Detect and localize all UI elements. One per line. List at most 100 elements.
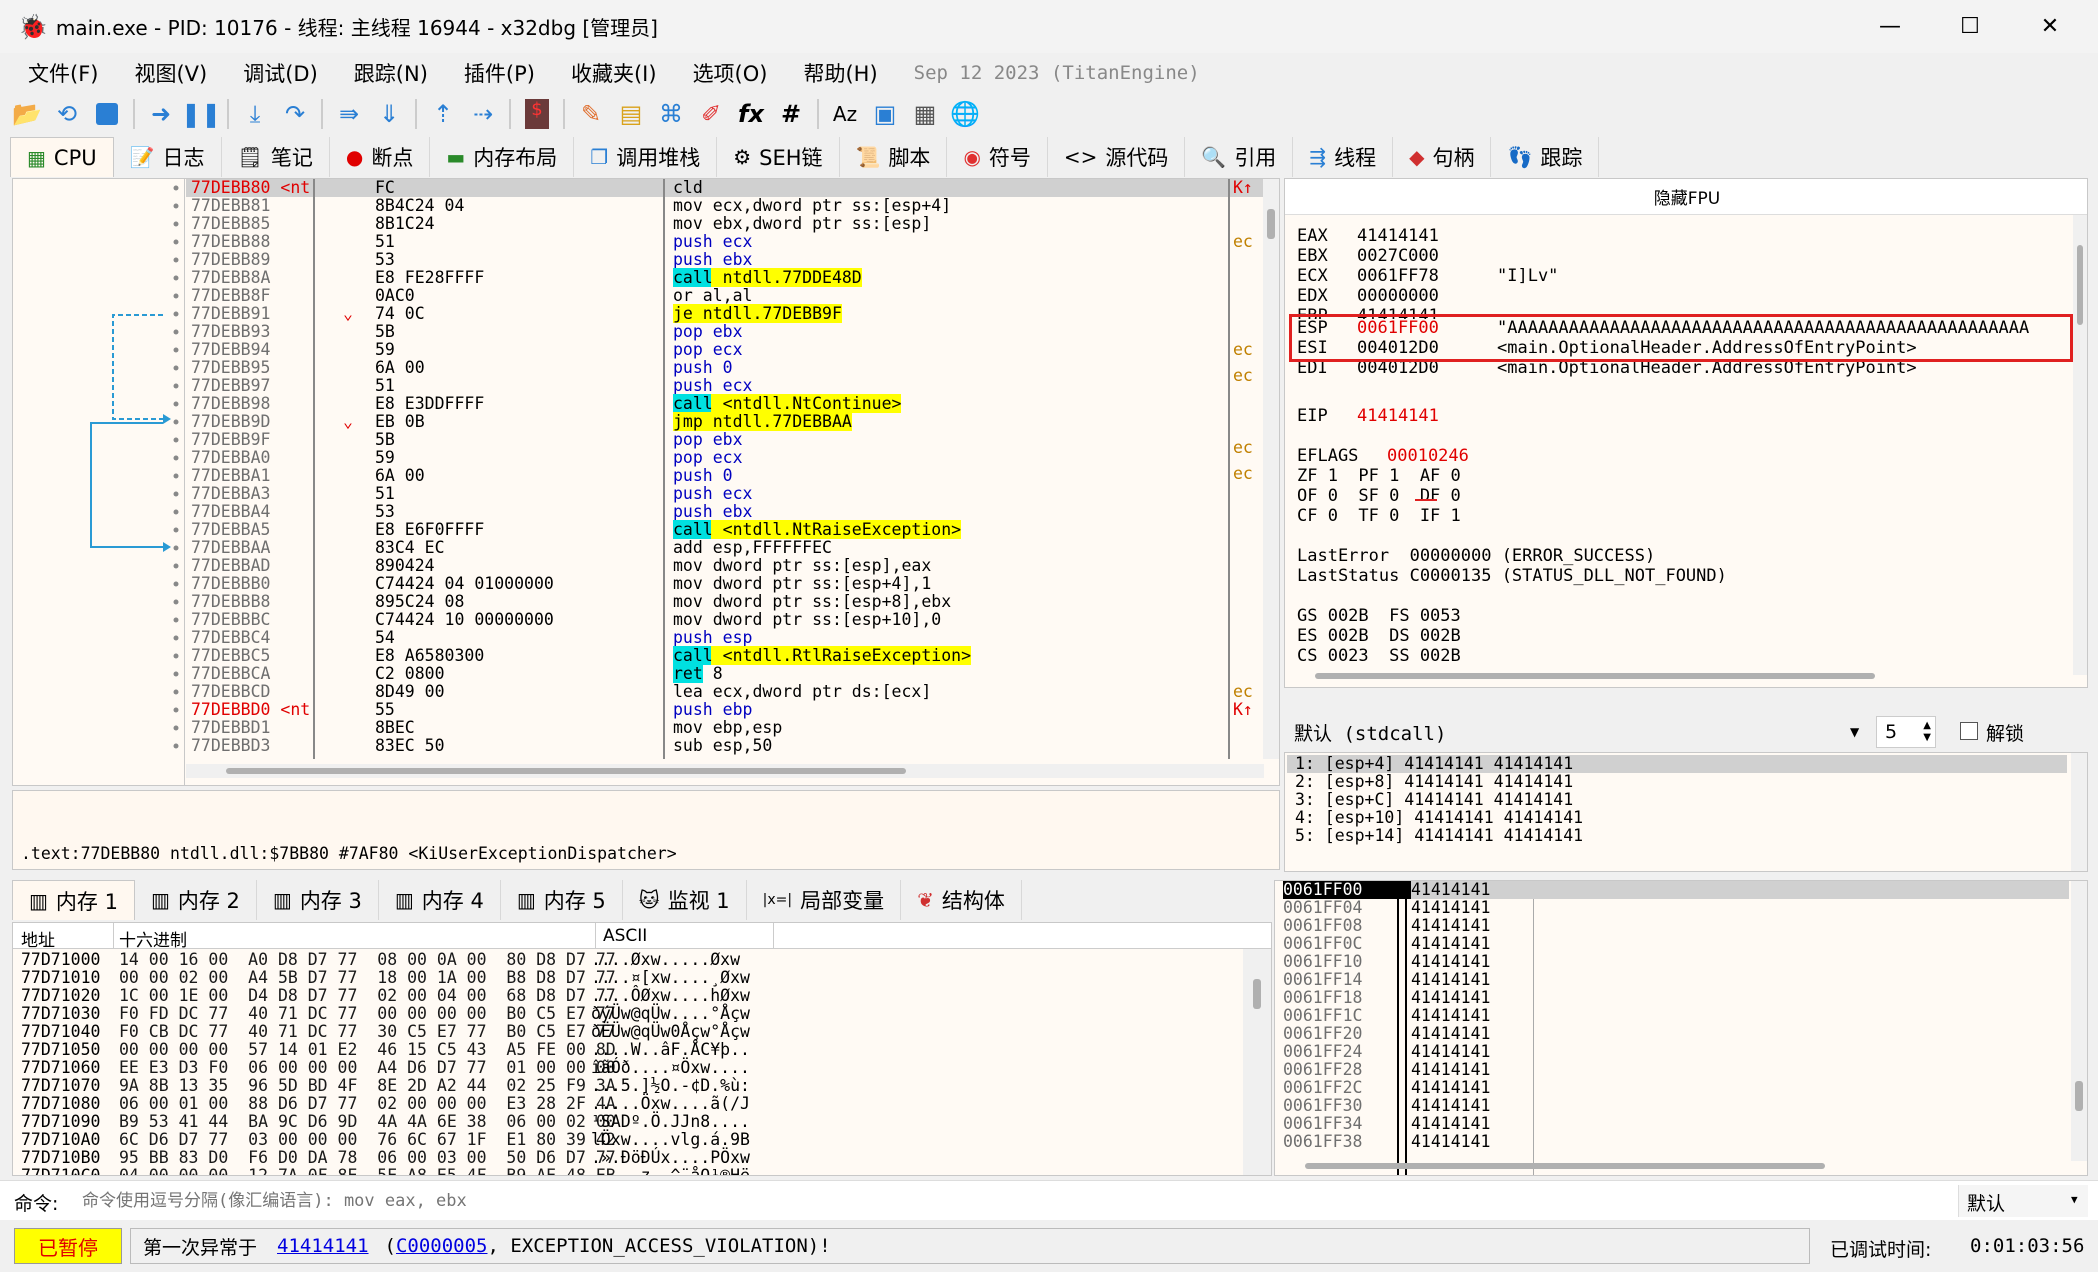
help-icon[interactable]: 🌐	[948, 97, 982, 131]
tab-dump-3[interactable]: ▥ 内存 3	[256, 880, 379, 920]
disasm-address[interactable]: 77DEBBBC	[191, 611, 341, 629]
disasm-address[interactable]: 77DEBB93	[191, 323, 341, 341]
bookmarks-icon[interactable]: ✐	[694, 97, 728, 131]
tab-dump-1[interactable]: ▥ 内存 1	[12, 880, 135, 920]
stack-row[interactable]: 0061FF28 41414141	[1283, 1061, 1490, 1079]
disasm-bytes[interactable]: 8B1C24	[375, 215, 665, 233]
arg-row[interactable]: 2: [esp+8] 41414141 41414141	[1295, 773, 1583, 791]
dump-row[interactable]: 77D71040 F0 CB DC 77 40 71 DC 77 30 C5 E7…	[21, 1023, 750, 1041]
disasm-address[interactable]: 77DEBBAA	[191, 539, 341, 557]
tab-notes[interactable]: 🗒 笔记	[221, 137, 330, 177]
stack-hscroll[interactable]	[1305, 1163, 1825, 1169]
breakpoint-dot[interactable]	[173, 473, 179, 479]
breakpoint-dot[interactable]	[173, 185, 179, 191]
disasm-address[interactable]: 77DEBBA0	[191, 449, 341, 467]
dump-row[interactable]: 77D71050 00 00 00 00 57 14 01 E2 46 15 C5…	[21, 1041, 750, 1059]
dump-row[interactable]: 77D71010 00 00 02 00 A4 5B D7 77 18 00 1A…	[21, 969, 750, 987]
disasm-bytes[interactable]: 51	[375, 485, 665, 503]
disasm-address[interactable]: 77DEBB8A	[191, 269, 341, 287]
register-row[interactable]: EAX 41414141	[1297, 227, 2029, 247]
disasm-address[interactable]: 77DEBB89	[191, 251, 341, 269]
breakpoint-dot[interactable]	[173, 509, 179, 515]
disasm-address[interactable]: 77DEBB94	[191, 341, 341, 359]
disasm-bytes[interactable]: E8 E3DDFFFF	[375, 395, 665, 413]
stack-row[interactable]: 0061FF1C 41414141	[1283, 1007, 1490, 1025]
tab-dump-5[interactable]: ▥ 内存 5	[500, 880, 623, 920]
font-icon[interactable]: Aᴢ	[828, 97, 862, 131]
tab-memory-map[interactable]: ▬ 内存布局	[430, 137, 575, 177]
execute-till-return-icon[interactable]: ⇡	[426, 97, 460, 131]
menu-view[interactable]: 视图(V)	[134, 58, 207, 88]
disasm-bytes[interactable]: 83C4 EC	[375, 539, 665, 557]
exception-code-link[interactable]: C0000005	[396, 1235, 488, 1257]
breakpoint-dot[interactable]	[173, 563, 179, 569]
disasm-address[interactable]: 77DEBBB0	[191, 575, 341, 593]
col-address[interactable]: 地址	[21, 926, 55, 951]
tab-symbols[interactable]: ◉ 符号	[947, 137, 1048, 177]
trace-into-icon[interactable]: ⇛	[332, 97, 366, 131]
step-over-icon[interactable]: ↷	[278, 97, 312, 131]
command-input[interactable]	[82, 1185, 1952, 1217]
tab-struct[interactable]: ❦ 结构体	[901, 880, 1022, 920]
disasm-bytes[interactable]: 74 0C	[375, 305, 665, 323]
tab-handles[interactable]: ◆ 句柄	[1393, 137, 1492, 177]
breakpoint-dot[interactable]	[173, 419, 179, 425]
disasm-address[interactable]: 77DEBB9F	[191, 431, 341, 449]
tab-cpu[interactable]: ▦ CPU	[10, 137, 114, 177]
disasm-bytes[interactable]: 6A 00	[375, 467, 665, 485]
breakpoint-dot[interactable]	[173, 383, 179, 389]
stack-row[interactable]: 0061FF34 41414141	[1283, 1115, 1490, 1133]
disasm-instruction[interactable]: call ntdll.77DDE48D	[673, 268, 1233, 287]
disasm-instruction[interactable]: push ecx	[673, 485, 1233, 503]
disasm-address[interactable]: 77DEBB97	[191, 377, 341, 395]
disasm-address[interactable]: 77DEBB85	[191, 215, 341, 233]
disasm-instruction[interactable]: or al,al	[673, 287, 1233, 305]
open-icon[interactable]: 📂	[10, 97, 44, 131]
breakpoint-dot[interactable]	[173, 221, 179, 227]
chevron-down-icon[interactable]: ▼	[1850, 725, 1859, 739]
disasm-instruction[interactable]: push esp	[673, 629, 1233, 647]
tab-watch-1[interactable]: 🐱 监视 1	[622, 880, 747, 920]
disasm-instruction[interactable]: mov ecx,dword ptr ss:[esp+4]	[673, 197, 1233, 215]
stack-row[interactable]: 0061FF18 41414141	[1283, 989, 1490, 1007]
disasm-bytes[interactable]: 54	[375, 629, 665, 647]
stack-row[interactable]: 0061FF00 41414141	[1283, 881, 1490, 899]
disasm-bytes[interactable]: 6A 00	[375, 359, 665, 377]
hide-fpu-button[interactable]: 隐藏FPU	[1285, 179, 2087, 215]
disasm-address[interactable]: 77DEBB9D	[191, 413, 341, 431]
breakpoint-dot[interactable]	[173, 455, 179, 461]
menu-options[interactable]: 选项(O)	[693, 58, 768, 88]
disasm-instruction[interactable]: lea ecx,dword ptr ds:[ecx]	[673, 683, 1233, 701]
menu-plugins[interactable]: 插件(P)	[464, 58, 535, 88]
disasm-instruction[interactable]: push ebx	[673, 503, 1233, 521]
disasm-address[interactable]: 77DEBBD1	[191, 719, 341, 737]
breakpoint-dot[interactable]	[173, 689, 179, 695]
disasm-instruction[interactable]: pop ecx	[673, 449, 1233, 467]
maximize-button[interactable]: ☐	[1930, 0, 2010, 53]
disasm-instruction[interactable]: pop ebx	[673, 431, 1233, 449]
stack-row[interactable]: 0061FF30 41414141	[1283, 1097, 1490, 1115]
registers-vscroll[interactable]	[2073, 215, 2087, 675]
disasm-address[interactable]: 77DEBBA4	[191, 503, 341, 521]
breakpoint-dot[interactable]	[173, 545, 179, 551]
disasm-bytes[interactable]: 53	[375, 251, 665, 269]
pause-icon[interactable]: ❚❚	[181, 97, 221, 131]
menu-file[interactable]: 文件(F)	[28, 58, 98, 88]
disasm-address[interactable]: 77DEBBD3	[191, 737, 341, 755]
disasm-instruction[interactable]: mov dword ptr ss:[esp+4],1	[673, 575, 1233, 593]
disasm-bytes[interactable]: FC	[375, 179, 665, 197]
disasm-instruction[interactable]: mov dword ptr ss:[esp],eax	[673, 557, 1233, 575]
disasm-bytes[interactable]: 59	[375, 449, 665, 467]
disasm-bytes[interactable]: C2 0800	[375, 665, 665, 683]
breakpoint-dot[interactable]	[173, 347, 179, 353]
col-hex[interactable]: 十六进制	[119, 926, 187, 951]
breakpoint-dot[interactable]	[173, 707, 179, 713]
tab-seh[interactable]: ⚙ SEH链	[717, 137, 840, 177]
disasm-instruction[interactable]: pop ebx	[673, 323, 1233, 341]
calculator-icon[interactable]: ▦	[908, 97, 942, 131]
disasm-bytes[interactable]: 53	[375, 503, 665, 521]
command-mode-select[interactable]: 默认 ▼	[1958, 1185, 2088, 1217]
tab-source[interactable]: <> 源代码	[1047, 137, 1186, 177]
disasm-instruction[interactable]: call <ntdll.RtlRaiseException>	[673, 646, 1233, 665]
disasm-vscroll[interactable]	[1263, 179, 1279, 759]
